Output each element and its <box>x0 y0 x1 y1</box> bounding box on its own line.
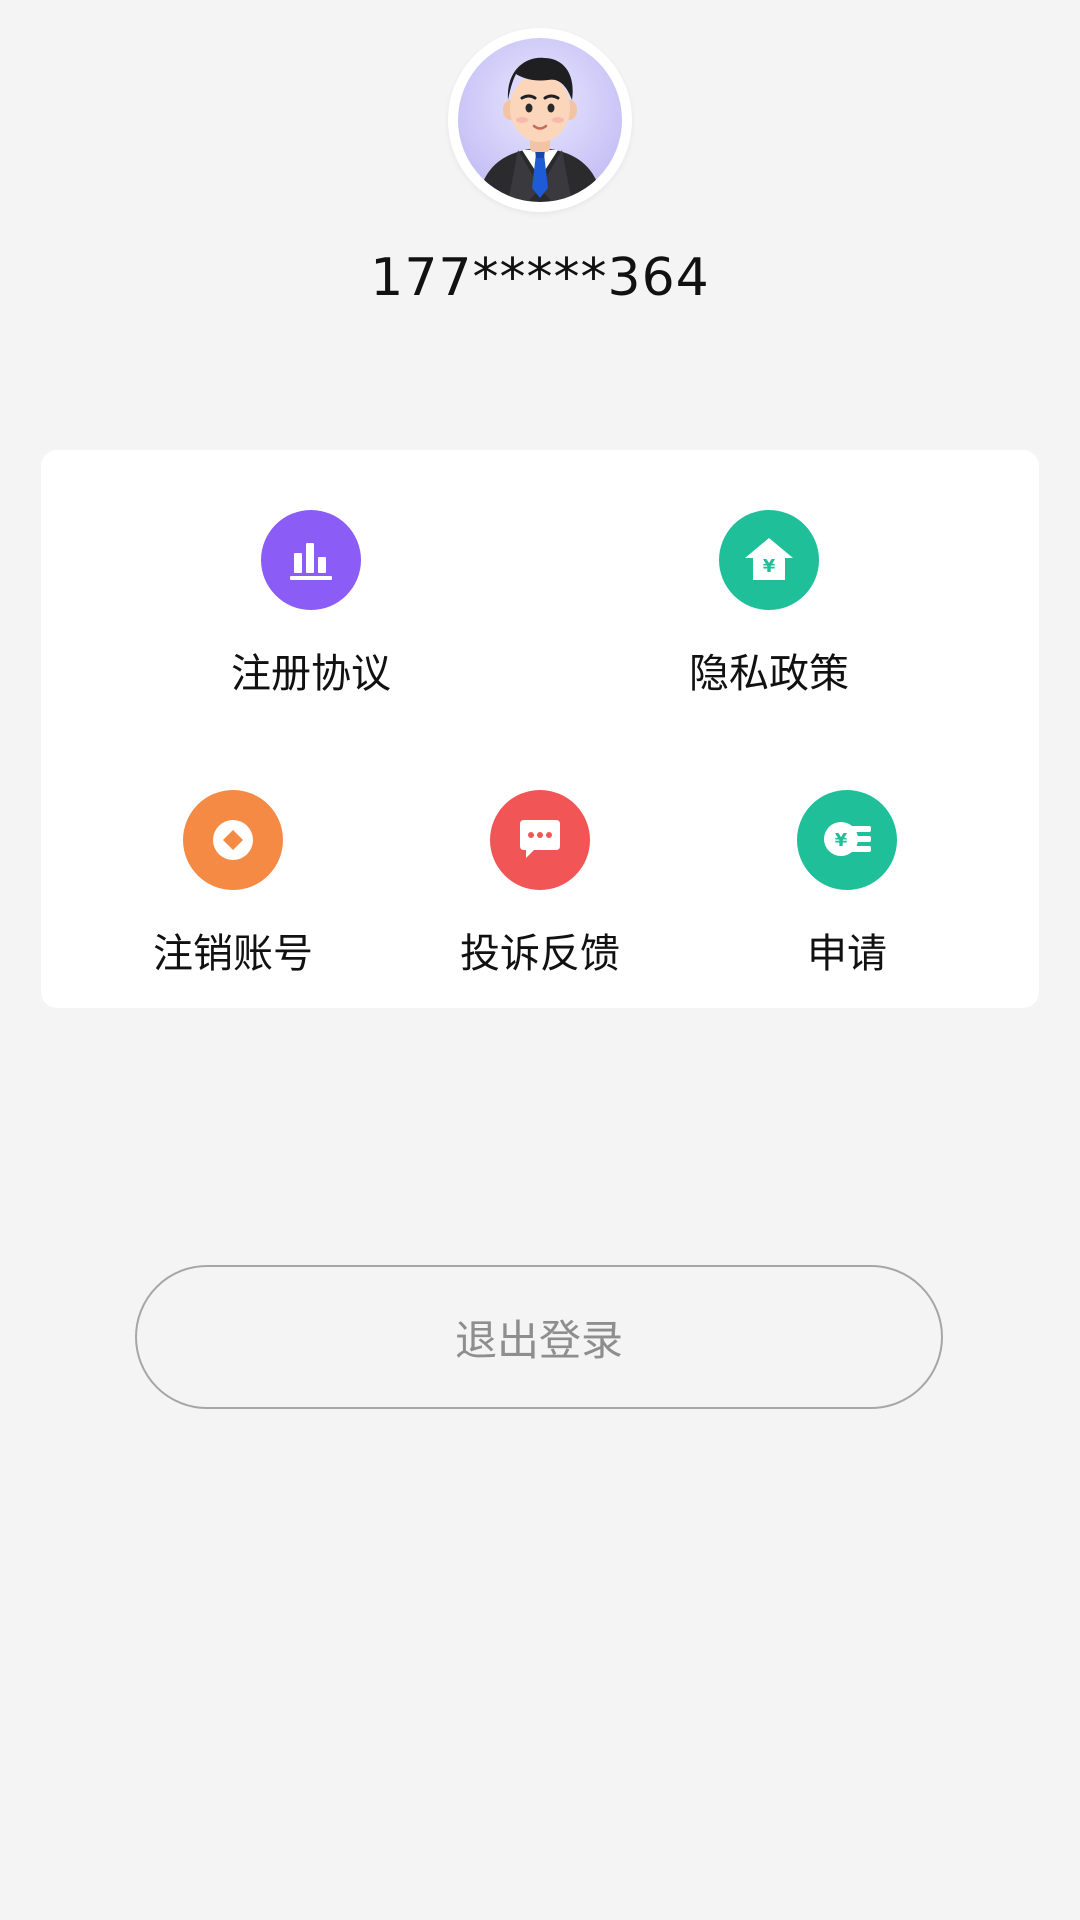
menu-item-label: 隐私政策 <box>689 651 849 697</box>
menu-card: 注册协议 ¥ 隐私政策 注销账号 投诉反馈 ¥ 申请 <box>41 450 1039 1008</box>
businessman-avatar-icon <box>478 57 602 202</box>
menu-item-deactivate-account[interactable]: 注销账号 <box>113 790 353 978</box>
menu-item-registration-agreement[interactable]: 注册协议 <box>191 510 431 698</box>
svg-text:¥: ¥ <box>835 830 848 851</box>
bar-chart-icon <box>261 510 361 610</box>
menu-item-label: 申请 <box>807 931 887 977</box>
menu-item-label: 注销账号 <box>153 931 313 977</box>
coin-icon <box>183 790 283 890</box>
avatar[interactable] <box>448 28 632 212</box>
menu-item-apply[interactable]: ¥ 申请 <box>727 790 967 978</box>
svg-text:¥: ¥ <box>763 556 776 577</box>
menu-item-label: 投诉反馈 <box>460 931 620 977</box>
house-yen-icon: ¥ <box>719 510 819 610</box>
menu-item-label: 注册协议 <box>231 651 391 697</box>
logout-button[interactable]: 退出登录 <box>135 1265 943 1409</box>
yen-coins-icon: ¥ <box>797 790 897 890</box>
profile-page: 177*****364 注册协议 ¥ 隐私政策 注销账号 投诉反馈 ¥ 申请 退… <box>0 0 1080 1920</box>
chat-bubble-icon <box>490 790 590 890</box>
phone-number: 177*****364 <box>370 248 710 308</box>
menu-item-complaint-feedback[interactable]: 投诉反馈 <box>420 790 660 978</box>
menu-item-privacy-policy[interactable]: ¥ 隐私政策 <box>649 510 889 698</box>
avatar-image <box>458 38 622 202</box>
